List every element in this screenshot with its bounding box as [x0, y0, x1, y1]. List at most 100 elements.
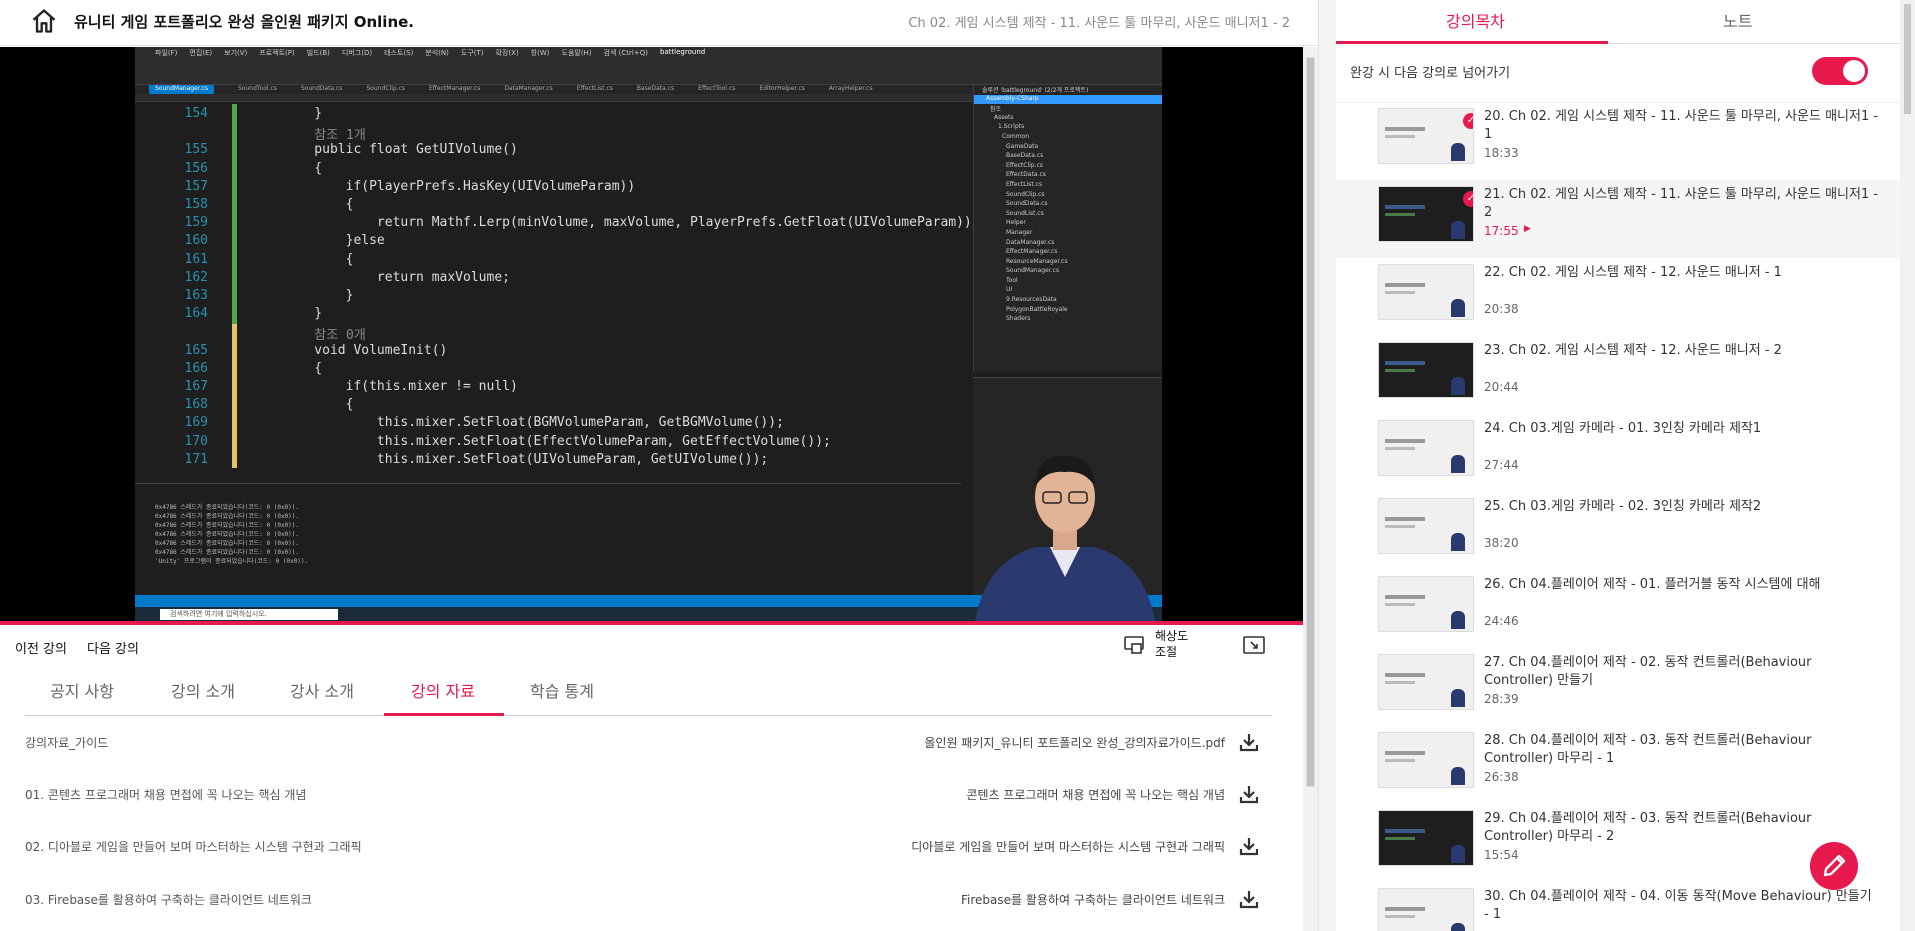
line-number: 158: [184, 197, 208, 212]
prev-lecture-button[interactable]: 이전 강의: [15, 638, 67, 657]
tab-notice[interactable]: 공지 사항: [50, 678, 114, 702]
note-edit-button[interactable]: [1810, 842, 1858, 890]
lecture-title: 29. Ch 04.플레이어 제작 - 03. 동작 컨트롤러(Behaviou…: [1484, 811, 1812, 844]
lecture-thumbnail: [1378, 420, 1474, 476]
ide-menu-item: 보기(V): [224, 49, 248, 57]
code-text: return Mathf.Lerp(minVolume, maxVolume, …: [283, 215, 980, 231]
gutter-unsaved: [232, 324, 237, 468]
code-line: 158 {: [135, 197, 961, 215]
tab-materials[interactable]: 강의 자료: [411, 678, 475, 702]
sidebar-active-tab-indicator: [1336, 41, 1608, 44]
code-line: 154 }: [135, 106, 961, 124]
resource-title: 01. 콘텐츠 프로그래머 채용 면접에 꼭 나오는 핵심 개념: [25, 788, 307, 802]
lecture-title: 30. Ch 04.플레이어 제작 - 04. 이동 동작(Move Behav…: [1484, 889, 1872, 922]
completed-check-icon: ✓: [1463, 113, 1473, 129]
solution-item: Assembly-CSharp: [974, 94, 1162, 105]
lecture-thumbnail: [1378, 342, 1474, 398]
resource-row: 02. 디아블로 게임을 만들어 보며 마스터하는 시스템 구현과 그래픽 디아블…: [25, 836, 1265, 856]
code-text: {: [283, 397, 354, 413]
ide-menu-bar: 파일(F) 편집(E) 보기(V) 프로젝트(P) 빌드(B) 디버그(D) 테스트(S) 분…: [135, 47, 1162, 59]
code-text: if(this.mixer != null): [283, 379, 518, 394]
code-line: 171 this.mixer.SetFloat(UIVolumeParam, G…: [135, 452, 961, 470]
autoplay-label: 완강 시 다음 강의로 넘어가기: [1350, 66, 1511, 81]
main-scrollbar-thumb[interactable]: [1306, 57, 1315, 787]
code-text: 참조 0개: [283, 328, 366, 344]
lecture-item[interactable]: 26. Ch 04.플레이어 제작 - 01. 플러거블 동작 시스템에 대해 2…: [1350, 576, 1890, 654]
solution-item: ResourceManager.cs: [1006, 257, 1068, 265]
lecture-item[interactable]: 30. Ch 04.플레이어 제작 - 04. 이동 동작(Move Behav…: [1350, 888, 1890, 931]
download-icon[interactable]: [1239, 836, 1259, 856]
player-controls: 이전 강의 다음 강의 해상도 조절: [0, 626, 1303, 664]
solution-explorer: 솔루션 'battleground' (2/2개 프로젝트) Assembly-C…: [973, 85, 1162, 372]
main-scrollbar[interactable]: [1303, 47, 1318, 931]
line-number: 170: [184, 433, 208, 449]
top-bar: 유니티 게임 포트폴리오 완성 올인원 패키지 Online. Ch 02. 게…: [0, 0, 1318, 46]
content-tabs: 공지 사항 강의 소개 강사 소개 강의 자료 학습 통계: [25, 664, 1272, 716]
sidebar-scrollbar[interactable]: [1900, 0, 1915, 931]
ide-menu-item: 파일(F): [155, 49, 178, 57]
code-line: 162 return maxVolume;: [135, 270, 961, 288]
ide-file-tab: ArrayHelper.cs: [828, 85, 873, 92]
presenter-image: [975, 455, 1155, 622]
download-icon[interactable]: [1239, 889, 1259, 909]
video-progress-bar[interactable]: [0, 621, 1303, 625]
sidebar-scrollbar-thumb[interactable]: [1904, 4, 1911, 114]
solution-item: GameData: [1006, 142, 1039, 150]
code-line: 159 return Mathf.Lerp(minVolume, maxVolu…: [135, 215, 980, 233]
line-number: 167: [184, 379, 208, 394]
lecture-item[interactable]: 22. Ch 02. 게임 시스템 제작 - 12. 사운드 매니저 - 1 20…: [1350, 264, 1890, 342]
ide-file-tab: BaseData.cs: [636, 85, 675, 92]
lecture-thumbnail: [1378, 576, 1474, 632]
home-icon[interactable]: [30, 7, 58, 35]
tab-instructor-intro[interactable]: 강사 소개: [290, 678, 354, 702]
lecture-item[interactable]: 27. Ch 04.플레이어 제작 - 02. 동작 컨트롤러(Behaviou…: [1350, 654, 1890, 732]
lecture-duration: 38:20: [1484, 536, 1519, 550]
output-panel: 0x4786 스레드가 종료되었습니다(코드: 0 (0x0)). 0x4786 …: [135, 483, 961, 595]
video-player[interactable]: 파일(F) 편집(E) 보기(V) 프로젝트(P) 빌드(B) 디버그(D) 테스트(S) 분…: [0, 47, 1303, 622]
resource-file-link[interactable]: 콘텐츠 프로그래머 채용 면접에 꼭 나오는 핵심 개념: [966, 786, 1225, 803]
solution-item: UI: [1006, 286, 1013, 294]
lecture-thumbnail: [1378, 264, 1474, 320]
resolution-button[interactable]: 해상도 조절: [1155, 628, 1195, 660]
lecture-title: 24. Ch 03.게임 카메라 - 01. 3인칭 카메라 제작1: [1484, 421, 1762, 436]
solution-item: SoundClip.cs: [1006, 190, 1045, 198]
ide-menu-item: 테스트(S): [384, 49, 414, 57]
code-line: 169 this.mixer.SetFloat(BGMVolumeParam, …: [135, 415, 961, 433]
next-lecture-button[interactable]: 다음 강의: [87, 638, 139, 657]
line-number: 154: [184, 106, 208, 121]
code-line: 156 {: [135, 161, 961, 179]
ide-file-tab: EffectManager.cs: [429, 85, 481, 92]
line-number: 159: [184, 215, 208, 231]
lecture-item[interactable]: 29. Ch 04.플레이어 제작 - 03. 동작 컨트롤러(Behaviou…: [1350, 810, 1890, 888]
tab-stats[interactable]: 학습 통계: [530, 678, 594, 702]
lecture-item[interactable]: 23. Ch 02. 게임 시스템 제작 - 12. 사운드 매니저 - 2 20…: [1350, 342, 1890, 420]
tab-toc[interactable]: 강의목차: [1446, 8, 1505, 32]
lecture-item[interactable]: 24. Ch 03.게임 카메라 - 01. 3인칭 카메라 제작1 27:44: [1350, 420, 1890, 498]
resource-file-link[interactable]: Firebase를 활용하여 구축하는 클라이언트 네트워크: [961, 891, 1225, 908]
download-icon[interactable]: [1239, 732, 1259, 752]
line-number: 155: [184, 142, 208, 158]
solution-item: Assets: [994, 113, 1014, 121]
solution-item: SoundManager.cs: [1006, 267, 1059, 275]
resource-file-link[interactable]: 올인원 패키지_유니티 포트폴리오 완성_강의자료가이드.pdf: [924, 734, 1225, 751]
code-text: {: [283, 360, 323, 376]
lecture-item[interactable]: 28. Ch 04.플레이어 제작 - 03. 동작 컨트롤러(Behaviou…: [1350, 732, 1890, 810]
autoplay-toggle[interactable]: [1812, 57, 1868, 85]
resource-row: 강의자료_가이드 올인원 패키지_유니티 포트폴리오 완성_강의자료가이드.pdf: [25, 732, 1265, 752]
lecture-thumbnail: [1378, 888, 1474, 931]
download-icon[interactable]: [1239, 784, 1259, 804]
lecture-item[interactable]: 25. Ch 03.게임 카메라 - 02. 3인칭 카메라 제작2 38:20: [1350, 498, 1890, 576]
code-line: 165 void VolumeInit(): [135, 343, 961, 361]
lecture-title: Ch 02. 게임 시스템 제작 - 11. 사운드 툴 마무리, 사운드 매니…: [908, 16, 1290, 31]
lecture-item[interactable]: ✓ 21. Ch 02. 게임 시스템 제작 - 11. 사운드 툴 마무리, 사…: [1336, 180, 1901, 258]
code-line: 160 }else: [135, 233, 961, 251]
solution-item: EffectClip.cs: [1006, 161, 1043, 169]
code-line: 168 {: [135, 397, 961, 415]
resolution-icon[interactable]: [1124, 636, 1144, 654]
tab-course-intro[interactable]: 강의 소개: [171, 678, 235, 702]
lecture-item[interactable]: ✓ 20. Ch 02. 게임 시스템 제작 - 11. 사운드 툴 마무리, 사…: [1350, 108, 1890, 186]
solution-item: Common: [1002, 132, 1030, 140]
fullscreen-icon[interactable]: [1243, 636, 1265, 654]
tab-notes[interactable]: 노트: [1723, 8, 1752, 32]
resource-file-link[interactable]: 디아블로 게임을 만들어 보며 마스터하는 시스템 구현과 그래픽: [911, 838, 1225, 855]
